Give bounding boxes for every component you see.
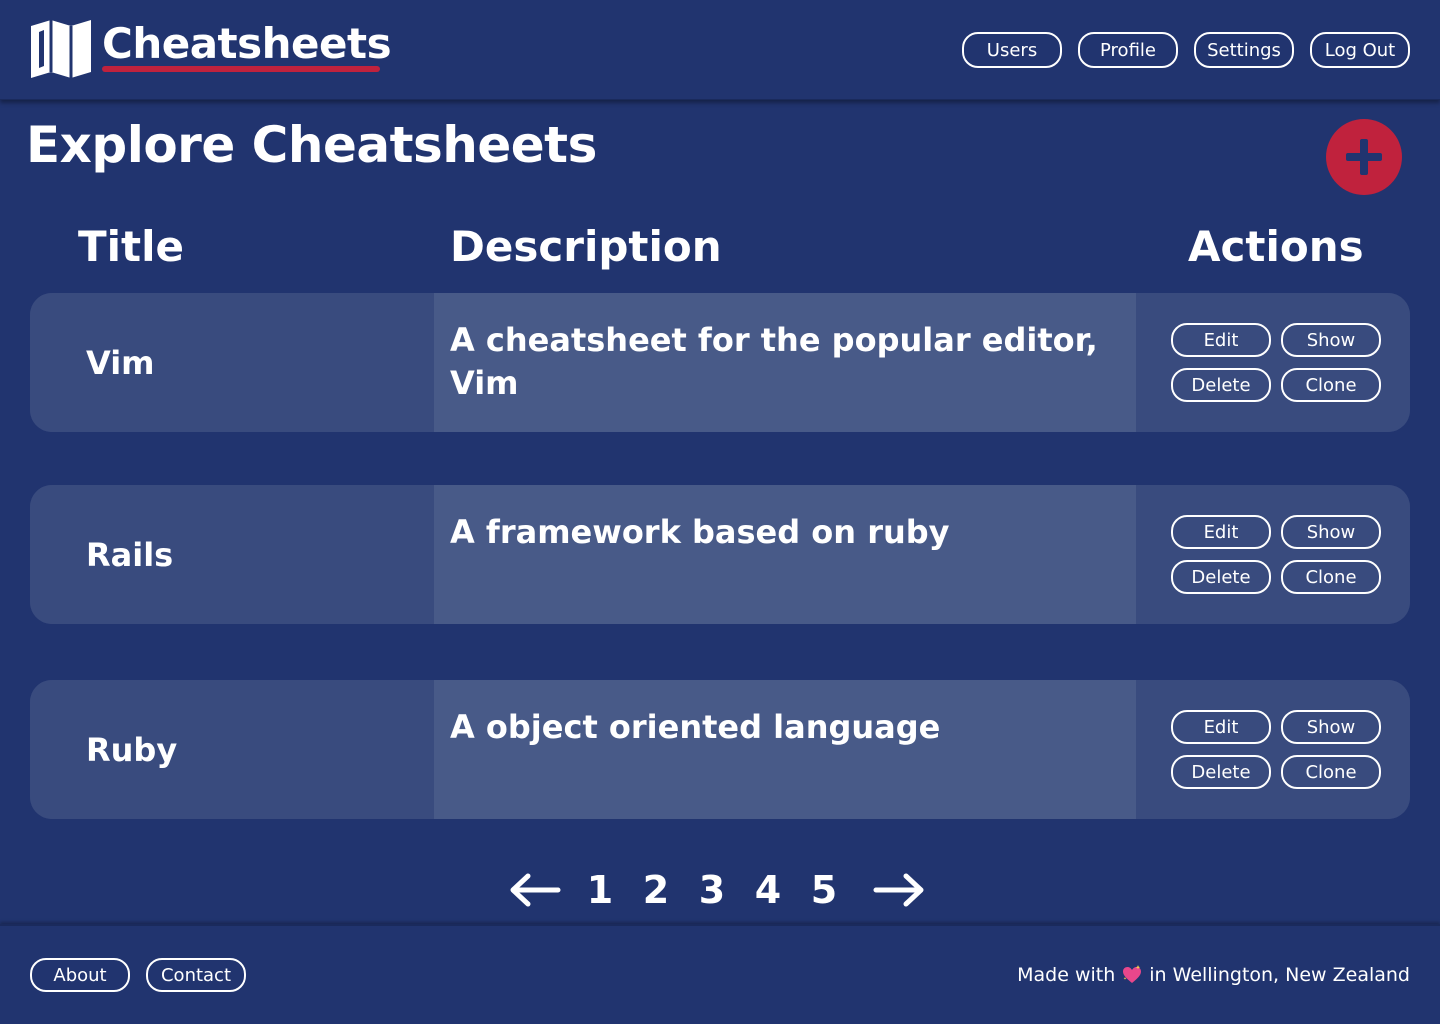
description-cell: A object oriented language — [434, 680, 1136, 819]
actions-cell: Edit Show Delete Clone — [1136, 680, 1410, 819]
page-link-2[interactable]: 2 — [628, 865, 684, 915]
plus-icon — [1346, 139, 1382, 175]
page-link-5[interactable]: 5 — [796, 865, 852, 915]
footer-note: Made with in Wellington, New Zealand — [1017, 964, 1410, 986]
location-text: in Wellington, New Zealand — [1149, 964, 1410, 986]
page: Cheatsheets Users Profile Settings Log O… — [0, 0, 1440, 1024]
contact-link[interactable]: Contact — [146, 958, 246, 992]
show-button[interactable]: Show — [1281, 515, 1381, 549]
title-cell: Rails — [30, 485, 434, 624]
profile-button[interactable]: Profile — [1078, 32, 1178, 68]
page-title: Explore Cheatsheets — [26, 116, 597, 174]
app-name: Cheatsheets — [102, 19, 392, 68]
header: Cheatsheets Users Profile Settings Log O… — [0, 0, 1440, 100]
clone-button[interactable]: Clone — [1281, 368, 1381, 402]
table-row: Vim A cheatsheet for the popular editor,… — [30, 293, 1410, 432]
delete-button[interactable]: Delete — [1171, 560, 1271, 594]
delete-button[interactable]: Delete — [1171, 755, 1271, 789]
column-header-actions: Actions — [1188, 222, 1364, 271]
footer-links: About Contact — [30, 958, 246, 992]
table-row: Rails A framework based on ruby Edit Sho… — [30, 485, 1410, 624]
about-link[interactable]: About — [30, 958, 130, 992]
logo[interactable]: Cheatsheets — [30, 18, 392, 80]
delete-button[interactable]: Delete — [1171, 368, 1271, 402]
cheatsheet-description: A framework based on ruby — [450, 513, 950, 551]
title-cell: Ruby — [30, 680, 434, 819]
add-cheatsheet-button[interactable] — [1326, 119, 1402, 195]
description-cell: A cheatsheet for the popular editor, Vim — [434, 293, 1136, 432]
log-out-button[interactable]: Log Out — [1310, 32, 1410, 68]
cheatsheet-title[interactable]: Vim — [86, 344, 155, 382]
arrow-left-icon[interactable] — [508, 870, 562, 910]
edit-button[interactable]: Edit — [1171, 323, 1271, 357]
actions-cell: Edit Show Delete Clone — [1136, 485, 1410, 624]
made-with-text: Made with — [1017, 964, 1116, 986]
logo-underline — [102, 66, 380, 72]
page-link-3[interactable]: 3 — [684, 865, 740, 915]
top-nav: Users Profile Settings Log Out — [962, 32, 1410, 68]
settings-button[interactable]: Settings — [1194, 32, 1294, 68]
edit-button[interactable]: Edit — [1171, 515, 1271, 549]
table-row: Ruby A object oriented language Edit Sho… — [30, 680, 1410, 819]
description-cell: A framework based on ruby — [434, 485, 1136, 624]
edit-button[interactable]: Edit — [1171, 710, 1271, 744]
book-map-icon — [31, 20, 91, 78]
page-link-1[interactable]: 1 — [572, 865, 628, 915]
footer: About Contact Made with in Wellington, N… — [0, 924, 1440, 1024]
cheatsheet-description: A cheatsheet for the popular editor, Vim — [450, 321, 1098, 402]
show-button[interactable]: Show — [1281, 323, 1381, 357]
clone-button[interactable]: Clone — [1281, 560, 1381, 594]
actions-cell: Edit Show Delete Clone — [1136, 293, 1410, 432]
column-header-description: Description — [450, 222, 722, 271]
sparkling-heart-icon — [1123, 965, 1142, 983]
arrow-right-icon[interactable] — [872, 870, 926, 910]
show-button[interactable]: Show — [1281, 710, 1381, 744]
cheatsheet-description: A object oriented language — [450, 708, 941, 746]
column-header-title: Title — [78, 222, 185, 271]
title-cell: Vim — [30, 293, 434, 432]
clone-button[interactable]: Clone — [1281, 755, 1381, 789]
cheatsheet-title[interactable]: Rails — [86, 536, 173, 574]
pagination: 1 2 3 4 5 — [508, 862, 926, 918]
page-link-4[interactable]: 4 — [740, 865, 796, 915]
cheatsheet-title[interactable]: Ruby — [86, 731, 177, 769]
users-button[interactable]: Users — [962, 32, 1062, 68]
